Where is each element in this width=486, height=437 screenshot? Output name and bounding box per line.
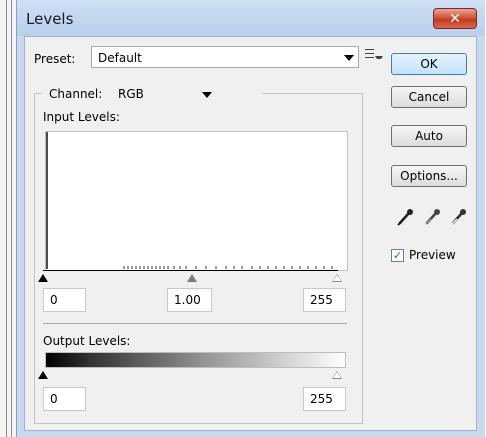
histogram-axis: [43, 270, 338, 271]
input-black-field[interactable]: 0: [43, 288, 86, 312]
input-gamma-field[interactable]: 1.00: [167, 288, 212, 312]
title-bar[interactable]: Levels ✕: [17, 0, 485, 36]
background-panel-strip: [0, 0, 16, 437]
cancel-button[interactable]: Cancel: [391, 86, 467, 108]
chevron-down-icon: [202, 92, 212, 98]
levels-dialog: Levels ✕ Preset: Default Channel: RGB In…: [16, 0, 485, 437]
preset-value: Default: [98, 51, 142, 65]
channel-group: Channel: RGB Input Levels: 0 1.00 255 Ou…: [34, 84, 363, 424]
input-levels-label: Input Levels:: [43, 110, 120, 124]
dialog-body: Preset: Default Channel: RGB Input Level…: [24, 36, 477, 431]
preset-dropdown[interactable]: Default: [91, 46, 359, 68]
preview-checkbox[interactable]: ✓: [391, 249, 404, 262]
levels-divider: [43, 323, 347, 324]
output-gradient-bar: [45, 352, 346, 368]
chevron-down-icon: [344, 55, 354, 61]
output-black-slider[interactable]: [38, 371, 48, 379]
ok-button[interactable]: OK: [391, 53, 467, 75]
white-eyedropper-icon[interactable]: [448, 207, 468, 227]
channel-row: Channel: RGB: [42, 84, 262, 106]
window-bottom-border: [17, 431, 485, 437]
input-white-slider[interactable]: [332, 274, 342, 282]
auto-button[interactable]: Auto: [391, 125, 467, 147]
input-white-field[interactable]: 255: [303, 288, 346, 312]
options-button[interactable]: Options...: [391, 165, 467, 187]
preset-label: Preset:: [34, 52, 76, 66]
input-black-slider[interactable]: [38, 274, 48, 282]
gray-eyedropper-icon[interactable]: [422, 207, 442, 227]
input-gamma-slider[interactable]: [187, 274, 197, 282]
output-black-field[interactable]: 0: [43, 387, 86, 411]
channel-dropdown[interactable]: RGB: [104, 84, 252, 106]
output-white-slider[interactable]: [332, 371, 342, 379]
output-white-field[interactable]: 255: [303, 387, 346, 411]
output-levels-label: Output Levels:: [43, 334, 131, 348]
black-eyedropper-icon[interactable]: [395, 207, 415, 227]
histogram-graph: [46, 132, 333, 269]
close-icon: ✕: [449, 11, 461, 27]
list-menu-icon[interactable]: [365, 47, 383, 61]
channel-value: RGB: [118, 87, 144, 101]
dialog-title: Levels: [26, 10, 74, 28]
histogram: [45, 131, 348, 271]
preview-label[interactable]: Preview: [409, 248, 456, 262]
close-button[interactable]: ✕: [433, 8, 477, 29]
channel-label: Channel:: [49, 87, 103, 101]
